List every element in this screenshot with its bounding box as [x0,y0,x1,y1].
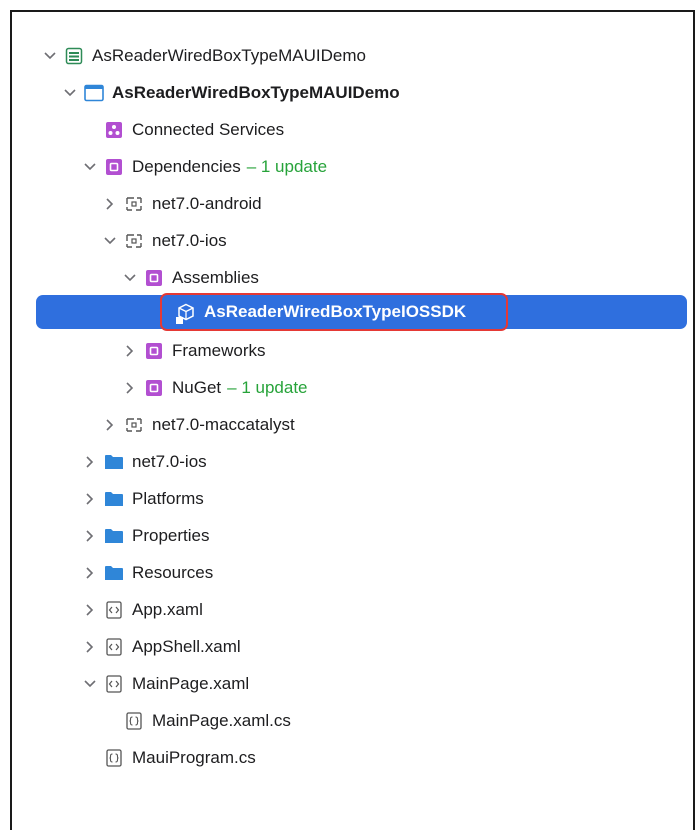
tree-item-label: net7.0-ios [152,231,227,250]
tree-item-mainpage-xaml-cs[interactable]: MainPage.xaml.cs [102,704,685,738]
tree-item-label: AsReaderWiredBoxTypeMAUIDemo [92,46,366,65]
tree-item-net7-ios-dependency[interactable]: net7.0-ios [102,224,685,258]
chevron-right-icon[interactable] [102,416,118,434]
tree-item-label: Connected Services [132,120,285,139]
solution-icon [64,46,84,66]
tree-item-label: Resources [132,563,214,582]
tree-item-label: Frameworks [172,341,266,360]
tree-item-mainpage-xaml[interactable]: MainPage.xaml [82,667,685,701]
chevron-right-icon[interactable] [122,379,138,397]
csharp-file-icon [124,711,144,731]
target-framework-icon [124,231,144,251]
tree-item-appshell-xaml[interactable]: AppShell.xaml [82,630,685,664]
tree-item-label: MauiProgram.cs [132,748,256,767]
tree-item-label: net7.0-android [152,194,262,213]
xaml-file-icon [104,674,124,694]
dependencies-icon [144,268,164,288]
tree-item-label: net7.0-ios [132,452,207,471]
tree-item-platforms[interactable]: Platforms [82,482,685,516]
tree-item-label: AppShell.xaml [132,637,241,656]
tree-item-frameworks[interactable]: Frameworks [122,334,685,368]
tree-item-label: net7.0-maccatalyst [152,415,295,434]
update-badge: – 1 update [227,378,308,397]
xaml-file-icon [104,637,124,657]
tree-item-net7-maccatalyst[interactable]: net7.0-maccatalyst [102,408,685,442]
chevron-right-icon[interactable] [82,490,98,508]
tree-item-label: Properties [132,526,210,545]
tree-item-label: NuGet [172,378,222,397]
target-framework-icon [124,415,144,435]
tree-item-dependencies[interactable]: Dependencies – 1 update [82,150,685,184]
chevron-right-icon[interactable] [82,527,98,545]
solution-explorer-panel: AsReaderWiredBoxTypeMAUIDemo AsReaderWir… [10,10,695,830]
tree-item-resources[interactable]: Resources [82,556,685,590]
tree-item-label: MainPage.xaml.cs [152,711,291,730]
tree-item-label: MainPage.xaml [132,674,250,693]
tree-item-label: Dependencies [132,157,241,176]
tree-item-assemblies[interactable]: Assemblies [122,261,685,295]
dependencies-icon [144,341,164,361]
folder-icon [104,563,124,583]
tree-item-label: App.xaml [132,600,203,619]
tree-item-properties[interactable]: Properties [82,519,685,553]
tree-item-app-xaml[interactable]: App.xaml [82,593,685,627]
assembly-cube-icon [176,302,196,324]
chevron-down-icon[interactable] [122,269,138,287]
folder-icon [104,489,124,509]
chevron-down-icon[interactable] [102,232,118,250]
chevron-right-icon[interactable] [82,564,98,582]
tree-item-project[interactable]: AsReaderWiredBoxTypeMAUIDemo [62,76,685,110]
folder-icon [104,452,124,472]
dependencies-icon [144,378,164,398]
tree-item-label: AsReaderWiredBoxTypeIOSSDK [204,302,467,321]
tree-item-nuget[interactable]: NuGet – 1 update [122,371,685,405]
chevron-right-icon[interactable] [102,195,118,213]
tree-item-label: AsReaderWiredBoxTypeMAUIDemo [112,83,400,102]
chevron-right-icon[interactable] [122,342,138,360]
tree-item-connected-services[interactable]: Connected Services [82,113,685,147]
chevron-down-icon[interactable] [42,47,58,65]
chevron-down-icon[interactable] [82,675,98,693]
project-window-icon [84,83,104,103]
chevron-down-icon[interactable] [82,158,98,176]
tree-item-net7-android[interactable]: net7.0-android [102,187,685,221]
tree-item-sdk-assembly[interactable]: AsReaderWiredBoxTypeIOSSDK [36,295,687,329]
tree-item-solution[interactable]: AsReaderWiredBoxTypeMAUIDemo [42,39,685,73]
tree-item-mauiprogram-cs[interactable]: MauiProgram.cs [82,741,685,775]
connected-services-icon [104,120,124,140]
tree-item-label: Assemblies [172,268,259,287]
chevron-right-icon[interactable] [82,601,98,619]
chevron-right-icon[interactable] [82,453,98,471]
chevron-right-icon[interactable] [82,638,98,656]
csharp-file-icon [104,748,124,768]
update-badge: – 1 update [246,157,328,176]
xaml-file-icon [104,600,124,620]
target-framework-icon [124,194,144,214]
tree-item-net7-ios-folder[interactable]: net7.0-ios [82,445,685,479]
folder-icon [104,526,124,546]
chevron-down-icon[interactable] [62,84,78,102]
dependencies-icon [104,157,124,177]
tree-item-label: Platforms [132,489,204,508]
